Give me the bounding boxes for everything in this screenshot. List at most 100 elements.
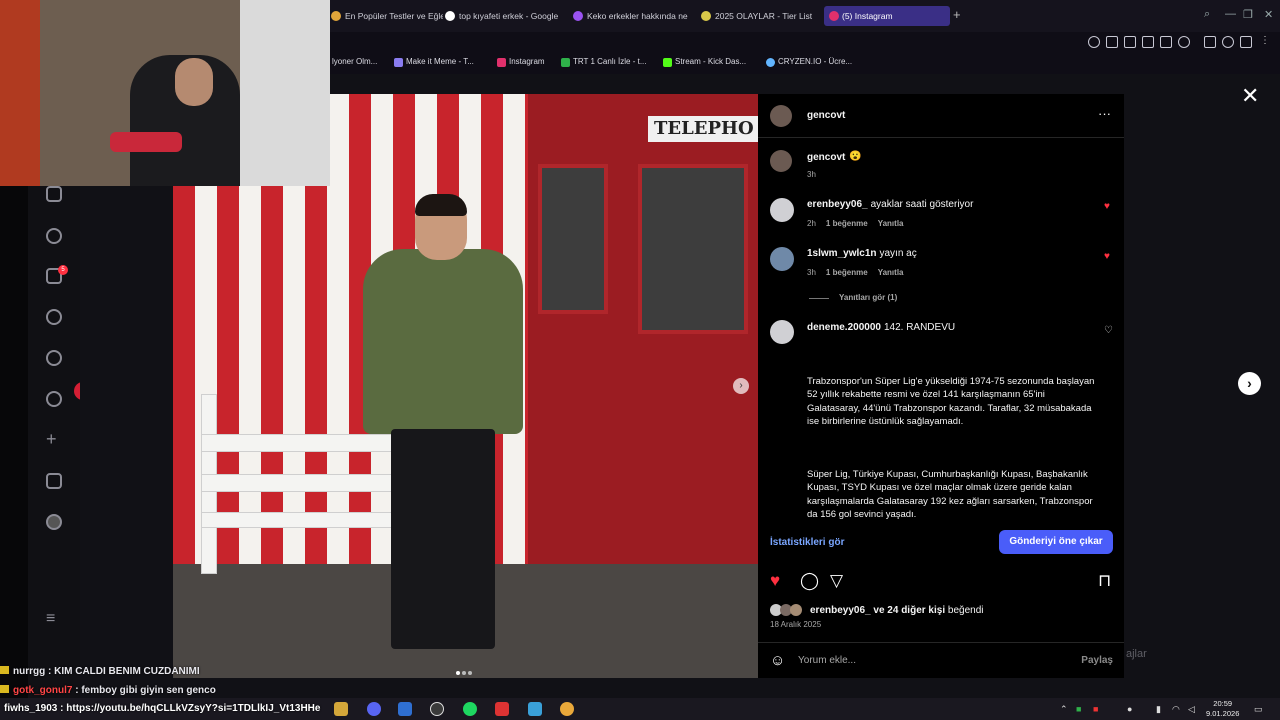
like-heart-icon[interactable]: ♥	[770, 572, 780, 590]
profile-avatar[interactable]	[46, 514, 62, 530]
stream-chat-message: nurrgg : KIM CALDI BENIM CUZDANIMI	[0, 666, 200, 677]
caption-time: 3h	[807, 170, 816, 179]
caption-username[interactable]: gencovt	[807, 152, 845, 163]
chat-url-overlay: fiwhs_1903 : https://youtu.be/hqCLLkVZsy…	[4, 703, 321, 714]
background-messages-label: ajlar	[1126, 648, 1147, 660]
emoji-icon[interactable]: ☺	[770, 653, 785, 668]
boost-post-button[interactable]: Gönderiyi öne çıkar	[999, 530, 1113, 554]
system-clock[interactable]: 20:59 9.01.2026	[1206, 699, 1239, 719]
shield-icon[interactable]	[1142, 36, 1154, 48]
microphone	[110, 132, 182, 152]
comment-like-heart-icon[interactable]: ♡	[1104, 326, 1113, 336]
google-icon	[445, 11, 455, 21]
telephone-booth: TELEPHO	[528, 94, 758, 574]
dashboard-icon[interactable]	[46, 473, 62, 489]
tab-tier-list[interactable]: 2025 OLAYLAR - Tier List	[701, 6, 814, 26]
post-comment-button[interactable]: Paylaş	[1081, 655, 1113, 666]
close-window-icon[interactable]: ✕	[1264, 8, 1273, 21]
share-icon[interactable]: ▽	[830, 572, 843, 590]
play-icon[interactable]	[1160, 36, 1172, 48]
tray-app-icon[interactable]: ■	[1076, 704, 1081, 714]
photo-next-icon[interactable]: ›	[733, 378, 749, 394]
wifi-icon[interactable]: ◠	[1172, 704, 1180, 715]
battery-icon[interactable]: ▮	[1156, 704, 1161, 715]
person-standing	[363, 194, 523, 664]
comment-avatar[interactable]	[770, 247, 794, 271]
extensions-icon[interactable]	[1204, 36, 1216, 48]
view-replies-link[interactable]: Yanıtları gör (1)	[839, 293, 897, 302]
kick-icon	[663, 58, 672, 67]
bookmark-favicon-icon	[394, 58, 403, 67]
save-bookmark-icon[interactable]: ⊓	[1098, 572, 1111, 590]
tray-app-icon[interactable]: ■	[1093, 704, 1098, 714]
replies-line	[809, 298, 829, 299]
comment-avatar[interactable]	[770, 320, 794, 344]
stream-chat-message: gotk_gonul7 : femboy gibi giyin sen genc…	[0, 685, 216, 696]
author-avatar[interactable]	[770, 105, 792, 127]
tab-keko[interactable]: Keko erkekler hakkında ne	[573, 6, 688, 26]
chrome-icon[interactable]	[560, 702, 574, 716]
caption-avatar[interactable]	[770, 150, 792, 172]
screenshot-icon[interactable]	[1124, 36, 1136, 48]
file-explorer-icon[interactable]	[334, 702, 348, 716]
app-icon[interactable]	[528, 702, 542, 716]
notifications-icon[interactable]: ▭	[1254, 704, 1263, 715]
comment-meta: 3h 1 beğenme Yanıtla	[807, 268, 904, 277]
volume-icon[interactable]: ◁	[1188, 704, 1195, 715]
tab-favicon-icon	[701, 11, 711, 21]
author-username[interactable]: gencovt	[807, 110, 845, 121]
view-insights-link[interactable]: İstatistikleri gör	[770, 537, 844, 548]
tray-app-icon[interactable]: ●	[1127, 704, 1132, 714]
more-menu-icon[interactable]: ≡	[46, 611, 62, 628]
tab-google-search[interactable]: top kıyafeti erkek - Google	[445, 6, 560, 26]
bookmark-favicon-icon	[766, 58, 775, 67]
comment-avatar[interactable]	[770, 198, 794, 222]
tray-chevron-icon[interactable]: ⌃	[1060, 704, 1068, 715]
post-header: gencovt ···	[758, 94, 1124, 138]
mail-icon[interactable]	[398, 702, 412, 716]
heart-icon[interactable]	[46, 391, 62, 407]
comment-like-heart-icon[interactable]: ♥	[1104, 202, 1110, 212]
explore-icon[interactable]	[46, 350, 62, 366]
close-modal-icon[interactable]: ✕	[1241, 85, 1259, 107]
tab-favicon-icon	[331, 11, 341, 21]
bookmark-kick[interactable]: Stream - Kick Das...	[663, 57, 746, 67]
instagram-icon	[497, 58, 506, 67]
bookmark-instagram[interactable]: Instagram	[497, 57, 545, 67]
discord-icon[interactable]	[367, 702, 381, 716]
comment-long-text: Süper Lig, Türkiye Kupası, Cumhurbaşkanl…	[807, 469, 1093, 520]
reels-icon[interactable]	[46, 228, 62, 244]
comment-like-heart-icon[interactable]: ♥	[1104, 252, 1110, 262]
comment-text: deneme.200000 142. RANDEVU	[807, 322, 956, 333]
more-options-icon[interactable]: ···	[1098, 106, 1111, 121]
zoom-icon[interactable]	[1088, 36, 1100, 48]
comment-input[interactable]: Yorum ekle...	[798, 655, 856, 666]
new-tab-button[interactable]: +	[953, 8, 961, 22]
spotify-icon[interactable]	[463, 702, 477, 716]
obs-icon[interactable]	[430, 702, 444, 716]
tab-instagram[interactable]: (5) Instagram	[824, 6, 950, 26]
create-plus-icon[interactable]: +	[46, 430, 62, 448]
liked-by-summary[interactable]: erenbeyy06_ ve 24 diğer kişi beğendi	[810, 605, 983, 616]
profile-icon[interactable]	[1222, 36, 1234, 48]
search-icon[interactable]: ⌕	[1204, 8, 1210, 21]
bookmark-trt1[interactable]: TRT 1 Canlı İzle - t...	[561, 57, 647, 67]
app-icon[interactable]	[495, 702, 509, 716]
comment-text: 1slwm_ywlc1n yayın aç	[807, 248, 917, 259]
pin-icon[interactable]	[1106, 36, 1118, 48]
bookmark-cryzen[interactable]: CRYZEN.IO - Ücre...	[766, 57, 852, 67]
comment-text: erenbeyy06_ ayaklar saati gösteriyor	[807, 199, 974, 210]
comment-icon[interactable]: ◯	[800, 572, 819, 590]
bookmark-make-it-meme[interactable]: Make it Meme - T...	[394, 57, 474, 67]
tab-populer-testler[interactable]: En Popüler Testler ve Eğle	[331, 6, 443, 26]
search-icon[interactable]	[46, 309, 62, 325]
next-post-button[interactable]: ›	[1238, 372, 1261, 395]
liker-avatar	[790, 604, 802, 616]
minimize-icon[interactable]: —	[1225, 8, 1236, 20]
post-footer: İstatistikleri gör Gönderiyi öne çıkar ♥…	[758, 524, 1124, 678]
heart-icon[interactable]	[1178, 36, 1190, 48]
restore-icon[interactable]: ❐	[1243, 8, 1253, 21]
menu-dots-icon[interactable]: ⋮	[1260, 36, 1272, 48]
download-icon[interactable]	[1240, 36, 1252, 48]
home-icon[interactable]	[46, 186, 62, 202]
